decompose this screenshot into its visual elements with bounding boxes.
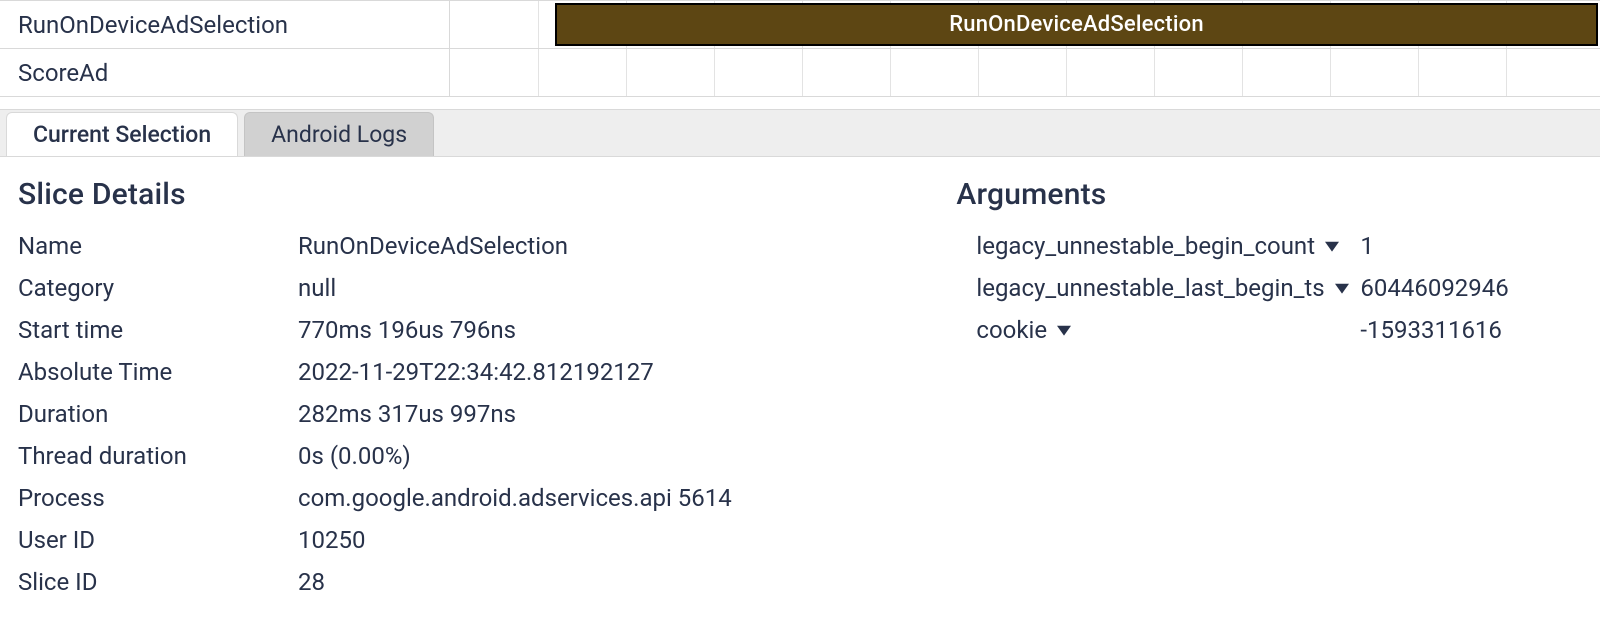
track-canvas[interactable]	[450, 49, 1600, 96]
argument-value: 60446092946	[1360, 274, 1508, 302]
tab-strip: Current Selection Android Logs	[0, 109, 1600, 157]
detail-label-slice-id: Slice ID	[18, 568, 298, 596]
tab-android-logs[interactable]: Android Logs	[244, 112, 434, 156]
caret-down-icon	[1335, 281, 1349, 295]
argument-row: legacy_unnestable_begin_count 1	[956, 232, 1582, 260]
detail-value-duration: 282ms 317us 997ns	[298, 400, 956, 428]
detail-label-user-id: User ID	[18, 526, 298, 554]
detail-label-start-time: Start time	[18, 316, 298, 344]
arguments-heading: Arguments	[956, 177, 1582, 212]
detail-label-name: Name	[18, 232, 298, 260]
detail-value-name: RunOnDeviceAdSelection	[298, 232, 956, 260]
arguments-list: legacy_unnestable_begin_count 1 legacy_u…	[956, 232, 1582, 344]
track-label[interactable]: ScoreAd	[0, 49, 450, 96]
detail-value-category: null	[298, 274, 956, 302]
detail-value-start-time: 770ms 196us 796ns	[298, 316, 956, 344]
caret-down-icon	[1057, 323, 1071, 337]
detail-value-slice-id: 28	[298, 568, 956, 596]
details-pane: Slice Details Name RunOnDeviceAdSelectio…	[0, 157, 1600, 596]
detail-label-thread-duration: Thread duration	[18, 442, 298, 470]
caret-down-icon	[1325, 239, 1339, 253]
argument-key[interactable]: legacy_unnestable_begin_count	[976, 232, 1356, 260]
argument-value: 1	[1360, 232, 1374, 260]
arguments-column: Arguments legacy_unnestable_begin_count …	[956, 177, 1582, 596]
track-row: RunOnDeviceAdSelection RunOnDeviceAdSele…	[0, 1, 1600, 49]
grid-lines	[450, 49, 1600, 96]
slice-bar-selected[interactable]: RunOnDeviceAdSelection	[555, 3, 1598, 46]
detail-label-category: Category	[18, 274, 298, 302]
tab-current-selection[interactable]: Current Selection	[6, 112, 238, 156]
track-canvas[interactable]: RunOnDeviceAdSelection	[450, 1, 1600, 48]
slice-details-grid: Name RunOnDeviceAdSelection Category nul…	[18, 232, 956, 596]
slice-details-column: Slice Details Name RunOnDeviceAdSelectio…	[18, 177, 956, 596]
timeline-tracks: RunOnDeviceAdSelection RunOnDeviceAdSele…	[0, 0, 1600, 97]
detail-value-absolute-time: 2022-11-29T22:34:42.812192127	[298, 358, 956, 386]
detail-value-thread-duration: 0s (0.00%)	[298, 442, 956, 470]
track-label[interactable]: RunOnDeviceAdSelection	[0, 1, 450, 48]
detail-label-duration: Duration	[18, 400, 298, 428]
slice-details-heading: Slice Details	[18, 177, 956, 212]
argument-key-text: legacy_unnestable_last_begin_ts	[976, 274, 1324, 302]
detail-label-absolute-time: Absolute Time	[18, 358, 298, 386]
argument-key[interactable]: cookie	[976, 316, 1356, 344]
argument-row: cookie -1593311616	[956, 316, 1582, 344]
detail-value-process: com.google.android.adservices.api 5614	[298, 484, 956, 512]
argument-value: -1593311616	[1360, 316, 1502, 344]
track-row: ScoreAd	[0, 49, 1600, 97]
argument-key-text: legacy_unnestable_begin_count	[976, 232, 1315, 260]
detail-value-user-id: 10250	[298, 526, 956, 554]
detail-label-process: Process	[18, 484, 298, 512]
argument-key-text: cookie	[976, 316, 1047, 344]
argument-key[interactable]: legacy_unnestable_last_begin_ts	[976, 274, 1356, 302]
argument-row: legacy_unnestable_last_begin_ts 60446092…	[956, 274, 1582, 302]
